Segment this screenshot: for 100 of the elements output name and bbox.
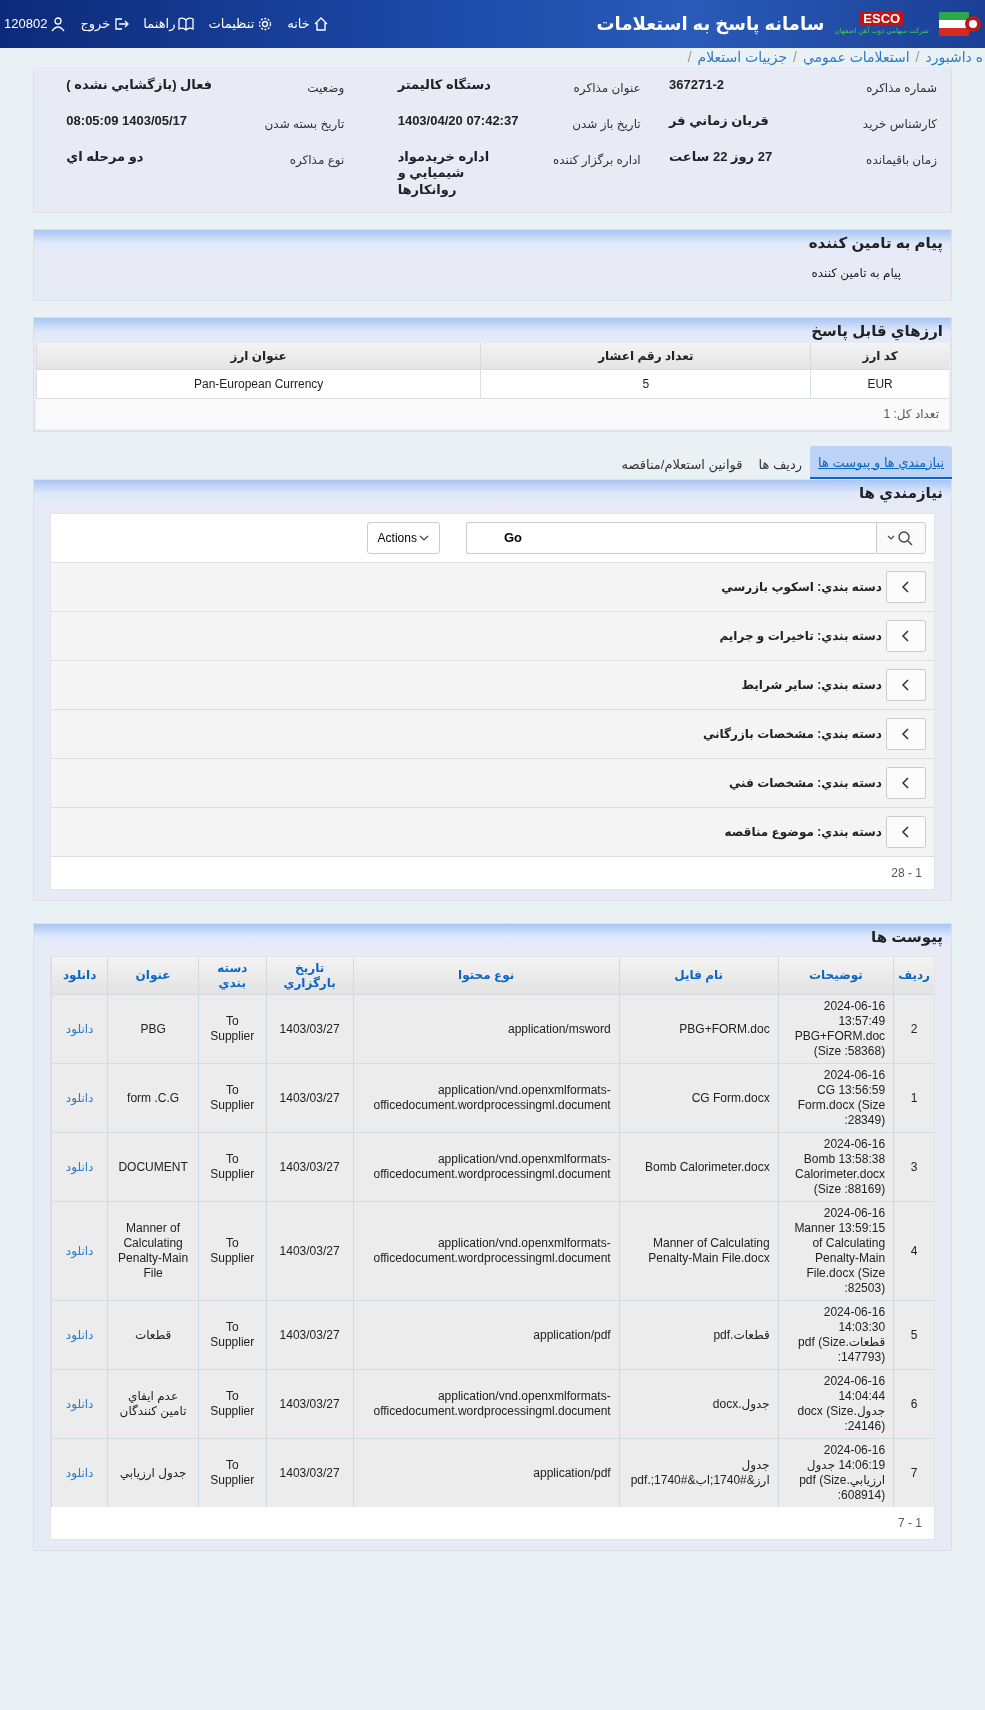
table-cell: 1403/03/27: [266, 1438, 354, 1508]
field-value: دستگاه کالیمتر: [397, 77, 492, 94]
breadcrumb-link[interactable]: ه داشبورد: [925, 48, 983, 67]
table-cell: To Supplier: [198, 994, 267, 1064]
table-cell: 4: [893, 1201, 934, 1301]
column-header: دسته بندي: [198, 957, 267, 995]
logout-icon: [113, 16, 130, 32]
table-cell: قطعات: [107, 1300, 199, 1370]
breadcrumb-link[interactable]: استعلامات عمومي: [802, 48, 910, 67]
breadcrumb-separator: /: [915, 48, 920, 67]
field-label: شماره مذاکره: [865, 80, 937, 97]
table-cell: 1403/03/27: [266, 1201, 354, 1301]
table-cell: PBG+FORM.doc: [619, 994, 779, 1064]
pagination-text: 1 - 7: [896, 1515, 923, 1533]
field-label: زمان باقیمانده: [865, 152, 937, 169]
table-cell: 1: [893, 1063, 934, 1133]
field-value: 1403/05/17 08:05:09: [66, 113, 189, 130]
panel-title: پیوست ها: [871, 926, 943, 949]
table-cell: To Supplier: [198, 1201, 267, 1301]
table-cell: application/vnd.openxmlformats-officedocument.wordprocessingml.document: [353, 1369, 620, 1439]
table-cell: 1403/03/27: [266, 1132, 354, 1202]
field-label: تاريخ بسته شدن: [263, 116, 345, 133]
tab[interactable]: نیازمندي ها و پیوست ها: [810, 445, 952, 480]
field-value: 27 روز 22 ساعت: [669, 149, 774, 166]
expand-button[interactable]: [886, 570, 926, 603]
field-value: قربان زماني فر: [669, 113, 770, 130]
expand-button[interactable]: [886, 717, 926, 750]
column-header: نام فایل: [619, 957, 779, 995]
download-link[interactable]: دانلود: [65, 1396, 94, 1411]
group-label: دسته بندي: تاخيرات و جرايم: [719, 627, 882, 645]
breadcrumb-link[interactable]: جزييات استعلام: [697, 48, 788, 67]
panel-title: پیام به تامین کننده: [808, 232, 943, 255]
user-link[interactable]: 120802: [4, 14, 67, 34]
nav-link[interactable]: خروج: [80, 14, 130, 34]
table-cell: application/vnd.openxmlformats-officedocument.wordprocessingml.document: [353, 1201, 620, 1301]
group-label: دسته بندي: مشخصات فني: [728, 774, 882, 792]
table-cell: Pan-European Currency: [36, 369, 481, 398]
download-link[interactable]: دانلود: [65, 1243, 94, 1258]
group-label: دسته بندي: ساير شرايط: [741, 676, 882, 694]
download-link[interactable]: دانلود: [65, 1159, 94, 1174]
tab[interactable]: ردیف ها: [750, 447, 811, 480]
breadcrumb-separator: /: [793, 48, 797, 67]
panel-title: نیازمندي ها: [858, 483, 943, 505]
group-label: دسته بندي: مشخصات بازرگاني: [702, 725, 882, 743]
download-link[interactable]: دانلود: [65, 1021, 94, 1036]
field-value: 367271-2: [669, 77, 725, 94]
column-header: تعداد رقم اعشار: [480, 342, 811, 370]
table-cell: 2024-06-16 13:59:15 Manner of Calculating Penalty-Main File.docx (Size :82503): [778, 1201, 894, 1301]
field-label: اداره برگزار کننده: [551, 152, 641, 169]
table-cell: 1403/03/27: [266, 1063, 354, 1133]
user-icon: [50, 16, 67, 32]
column-header: دانلود: [51, 957, 108, 995]
expand-button[interactable]: [886, 668, 926, 701]
nav-link[interactable]: خانه: [287, 14, 329, 34]
table-cell: Bomb Calorimeter.docx: [619, 1132, 779, 1202]
table-cell: application/pdf: [353, 1438, 620, 1508]
table-cell: PBG: [107, 994, 199, 1064]
nav-link[interactable]: راهنما: [143, 14, 195, 34]
column-header: عنوان: [107, 957, 199, 995]
field-value: اداره خريدمواد شيميايي و روانکارها: [397, 149, 491, 198]
nav-link[interactable]: تنظیمات: [208, 14, 274, 34]
breadcrumb-separator: /: [687, 48, 692, 67]
field-label: تاریخ باز شدن: [571, 116, 641, 133]
table-cell: عدم ايفاي تامين کنندگان: [107, 1369, 199, 1439]
table-cell: application/msword: [353, 994, 620, 1064]
panel-title: ارزهاي قابل پاسخ: [811, 321, 943, 343]
book-icon: [178, 16, 195, 32]
table-cell: application/vnd.openxmlformats-officedocument.wordprocessingml.document: [353, 1063, 620, 1133]
go-button[interactable]: Go: [489, 528, 536, 548]
caret-icon: [418, 533, 429, 542]
column-header: کد ارز: [810, 342, 949, 370]
actions-button[interactable]: Actions: [366, 521, 440, 554]
field-label: عنوان مذاکره: [572, 80, 641, 97]
table-cell: To Supplier: [198, 1300, 267, 1370]
table-cell: 2024-06-16 13:58:38 Bomb Calorimeter.docx (Size :88169): [778, 1132, 894, 1202]
search-field[interactable]: [466, 521, 876, 554]
table-cell: 1403/03/27: [266, 1369, 354, 1439]
table-cell: To Supplier: [198, 1132, 267, 1202]
download-link[interactable]: دانلود: [65, 1090, 94, 1105]
table-cell: application/vnd.openxmlformats-officedocument.wordprocessingml.document: [353, 1132, 620, 1202]
search-button[interactable]: [876, 521, 926, 554]
table-cell: 2024-06-16 13:56:59 CG Form.docx (Size :28349): [778, 1063, 894, 1133]
table-cell: form .C.G: [107, 1063, 199, 1133]
group-label: دسته بندي: اسکوپ بازرسي: [721, 578, 882, 596]
download-link[interactable]: دانلود: [65, 1465, 94, 1480]
site-title: سامانه پاسخ به استعلامات: [596, 12, 825, 37]
table-cell: DOCUMENT: [107, 1132, 199, 1202]
tab[interactable]: قوانين استعلام/مناقصه: [613, 447, 751, 480]
expand-button[interactable]: [886, 815, 926, 848]
expand-button[interactable]: [886, 766, 926, 799]
total-count: تعداد کل: 1: [36, 397, 949, 429]
table-cell: 5: [480, 369, 811, 398]
table-cell: To Supplier: [198, 1438, 267, 1508]
download-link[interactable]: دانلود: [65, 1327, 94, 1342]
logo-text: ESCO: [860, 11, 904, 27]
table-cell: 2: [893, 994, 934, 1064]
table-cell: 2024-06-16 14:06:19 جدول ارزيابي.pdf (Size :608914): [778, 1438, 894, 1508]
expand-button[interactable]: [886, 619, 926, 652]
column-header: عنوان ارز: [36, 342, 481, 370]
field-label: کارشناس خرید: [861, 116, 937, 133]
